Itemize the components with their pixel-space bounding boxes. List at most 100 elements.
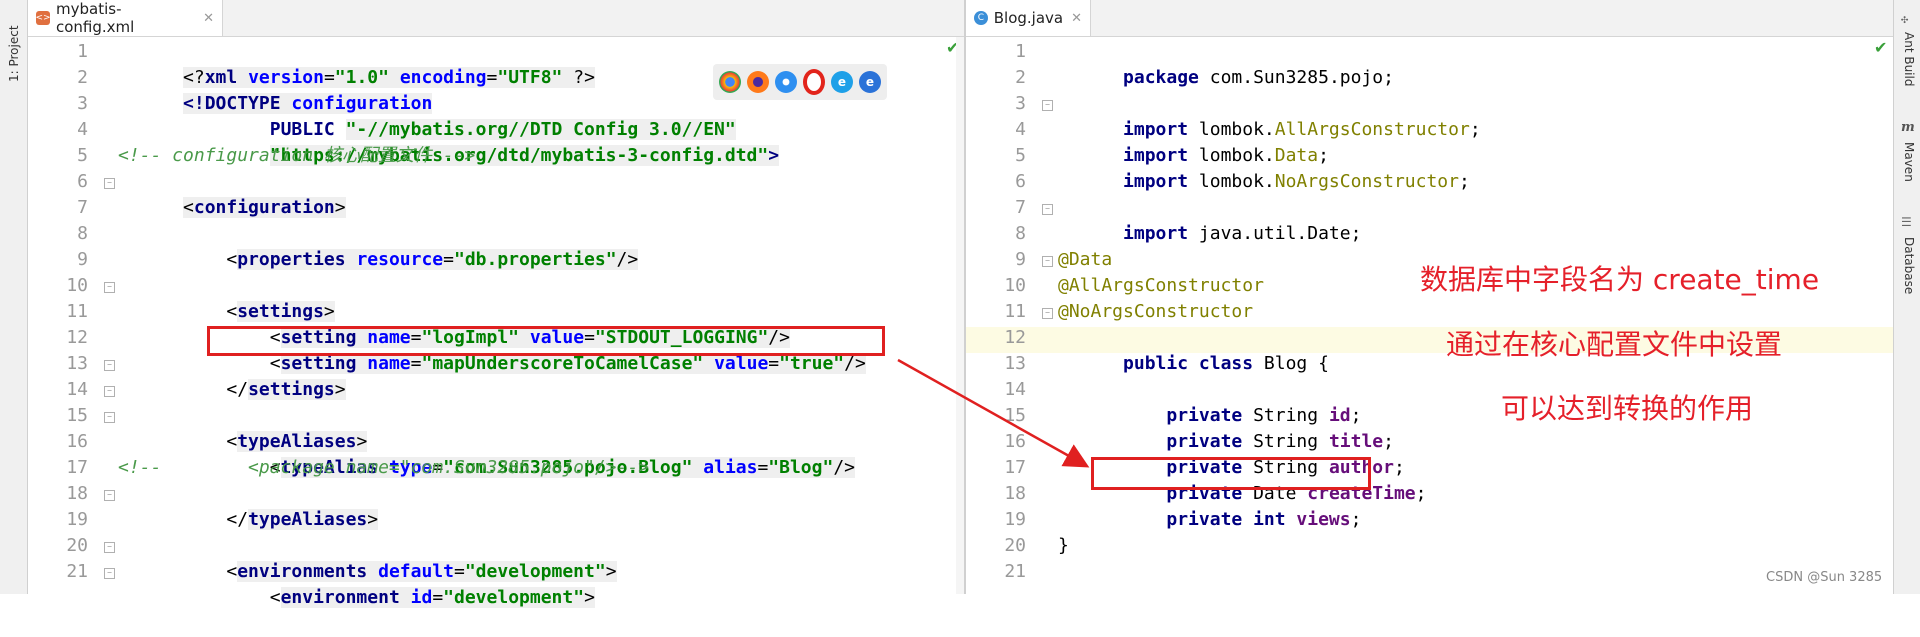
ant-build-label: Ant Build [1902, 32, 1916, 87]
scrollbar[interactable] [956, 37, 964, 594]
right-gutter: 1 2 3 4 5 6 7 8 9 10 11 12 13 14 15 16 1… [966, 37, 1056, 594]
annotation-text: 通过在核心配置文件中设置 [1446, 328, 1783, 361]
code-line: <environment id="development"> [183, 587, 595, 608]
line-number: 20 [1004, 535, 1026, 556]
code-annotation: @Data [1058, 249, 1113, 270]
line-number: 17 [66, 457, 88, 478]
opera-icon[interactable] [803, 69, 825, 95]
xml-file-icon: <> [35, 11, 51, 25]
left-editor-pane: <> mybatis-config.xml ✕ 1 2 3 4 5 6 7 8 … [28, 0, 964, 608]
line-number: 14 [1004, 379, 1026, 400]
browser-preview-toolbar: e e [713, 64, 887, 100]
line-number: 19 [1004, 509, 1026, 530]
database-label: Database [1902, 237, 1916, 295]
left-gutter: 1 2 3 4 5 6 7 8 9 10 11 12 13 14 15 16 1… [28, 37, 118, 594]
line-number: 16 [1004, 431, 1026, 452]
chrome-icon[interactable] [719, 71, 741, 93]
ie-icon[interactable]: e [831, 71, 853, 93]
left-code-area[interactable]: <?xml version="1.0" encoding="UTF8" ?> <… [118, 37, 964, 608]
tab-label: Blog.java [993, 9, 1064, 27]
maven-label: Maven [1902, 142, 1916, 182]
line-number: 11 [1004, 301, 1026, 322]
maven-icon: m [1901, 120, 1915, 135]
ant-icon: ✣ [1901, 12, 1909, 26]
code-annotation: @NoArgsConstructor [1058, 301, 1254, 322]
line-number: 8 [77, 223, 88, 244]
fold-marker[interactable]: − [1042, 256, 1053, 267]
fold-marker[interactable]: − [1042, 204, 1053, 215]
database-icon: ☰ [1901, 215, 1912, 229]
line-number: 5 [77, 145, 88, 166]
tab-mybatis-config[interactable]: <> mybatis-config.xml ✕ [28, 0, 223, 36]
line-number: 3 [77, 93, 88, 114]
maven-tool-button[interactable]: m Maven [1896, 120, 1918, 195]
project-tool-button[interactable]: 1: Project [4, 6, 24, 86]
watermark: CSDN @Sun 3285 [1766, 570, 1883, 585]
right-tool-strip: Ant Build ✣ m Maven ☰ Database [1893, 0, 1920, 594]
close-icon[interactable]: ✕ [203, 11, 214, 26]
code-annotation: @AllArgsConstructor [1058, 275, 1264, 296]
line-number: 5 [1015, 145, 1026, 166]
fold-marker[interactable]: − [104, 282, 115, 293]
fold-marker[interactable]: − [104, 542, 115, 553]
line-number: 10 [66, 275, 88, 296]
fold-marker[interactable]: − [104, 568, 115, 579]
line-number: 13 [1004, 353, 1026, 374]
line-number: 21 [1004, 561, 1026, 582]
line-number: 18 [66, 483, 88, 504]
line-number: 4 [77, 119, 88, 140]
line-number: 6 [77, 171, 88, 192]
fold-marker[interactable]: − [104, 360, 115, 371]
right-editor-pane: C Blog.java ✕ 1 2 3 4 5 6 7 8 9 10 11 12… [966, 0, 1893, 594]
line-number: 2 [77, 67, 88, 88]
fold-marker[interactable]: − [104, 386, 115, 397]
fold-marker[interactable]: − [104, 412, 115, 423]
line-number: 13 [66, 353, 88, 374]
line-number: 4 [1015, 119, 1026, 140]
line-number: 9 [1015, 249, 1026, 270]
fold-marker[interactable]: − [104, 178, 115, 189]
line-number: 10 [1004, 275, 1026, 296]
project-tool-label: 1: Project [7, 25, 21, 82]
fold-marker[interactable]: − [104, 490, 115, 501]
code-comment: <!-- <package name="com.Sun3285.pojo"/>-… [118, 457, 650, 478]
line-number: 12 [1004, 327, 1026, 348]
fold-marker[interactable]: − [1042, 308, 1053, 319]
line-number: 8 [1015, 223, 1026, 244]
line-number: 9 [77, 249, 88, 270]
fold-marker[interactable]: − [1042, 100, 1053, 111]
left-tool-strip: 1: Project [0, 0, 28, 594]
highlight-box [1091, 457, 1371, 490]
firefox-icon[interactable] [747, 71, 769, 93]
line-number: 1 [1015, 41, 1026, 62]
line-number: 6 [1015, 171, 1026, 192]
database-tool-button[interactable]: ☰ Database [1896, 215, 1918, 305]
line-number: 15 [1004, 405, 1026, 426]
line-number: 7 [77, 197, 88, 218]
line-number: 19 [66, 509, 88, 530]
code-line: } [1058, 535, 1069, 556]
line-number: 7 [1015, 197, 1026, 218]
highlight-box [207, 326, 885, 356]
line-number: 11 [66, 301, 88, 322]
line-number: 3 [1015, 93, 1026, 114]
safari-icon[interactable] [775, 71, 797, 93]
tab-blog-java[interactable]: C Blog.java ✕ [966, 0, 1091, 36]
code-comment: <!-- configuration 核心配置文件 --> [118, 145, 476, 166]
line-number: 18 [1004, 483, 1026, 504]
edge-icon[interactable]: e [859, 71, 881, 93]
java-class-icon: C [974, 11, 988, 25]
line-number: 16 [66, 431, 88, 452]
line-number: 17 [1004, 457, 1026, 478]
right-code-area[interactable]: package com.Sun3285.pojo; import lombok.… [1058, 37, 1893, 594]
ant-build-tool-button[interactable]: Ant Build ✣ [1896, 10, 1918, 95]
line-number: 14 [66, 379, 88, 400]
close-icon[interactable]: ✕ [1071, 11, 1082, 26]
annotation-text: 可以达到转换的作用 [1501, 392, 1754, 425]
line-number: 1 [77, 41, 88, 62]
right-tab-bar: C Blog.java ✕ [966, 0, 1893, 37]
line-number: 15 [66, 405, 88, 426]
inspection-ok-icon: ✔ [1874, 38, 1888, 57]
line-number: 12 [66, 327, 88, 348]
line-number: 21 [66, 561, 88, 582]
